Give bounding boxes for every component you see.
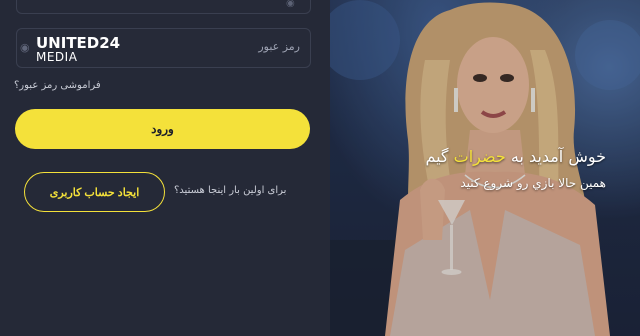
hero-title-after: گیم <box>425 147 449 166</box>
hero-title-highlight: حضرات <box>453 147 506 166</box>
hero-title: خوش آمدید به حضرات گیم <box>425 147 606 166</box>
hero-subtitle: همین حالا بازي رو شروع کنید <box>460 176 606 190</box>
password-label: رمز عبور <box>258 40 300 53</box>
first-time-text: برای اولین بار اینجا هستید؟ <box>174 185 287 196</box>
hero-banner: خوش آمدید به حضرات گیم همین حالا بازي رو… <box>330 0 640 336</box>
login-panel: ◉ ◉ رمز عبور UNITED24 MEDIA فراموشی رمز … <box>0 0 330 336</box>
username-field[interactable]: ◉ <box>16 0 311 14</box>
watermark-logo: UNITED24 MEDIA <box>36 34 121 64</box>
watermark-line2: MEDIA <box>36 50 78 64</box>
register-button[interactable]: ایجاد حساب کاربری <box>24 172 165 212</box>
hero-illustration <box>330 0 640 336</box>
hero-title-before: خوش آمدید به <box>510 147 606 166</box>
eye-icon[interactable]: ◉ <box>286 0 298 9</box>
forgot-password-link[interactable]: فراموشی رمز عبور؟ <box>14 80 101 91</box>
login-button[interactable]: ورود <box>15 109 310 149</box>
eye-icon[interactable]: ◉ <box>20 41 30 54</box>
watermark-line1: UNITED24 <box>36 34 121 52</box>
